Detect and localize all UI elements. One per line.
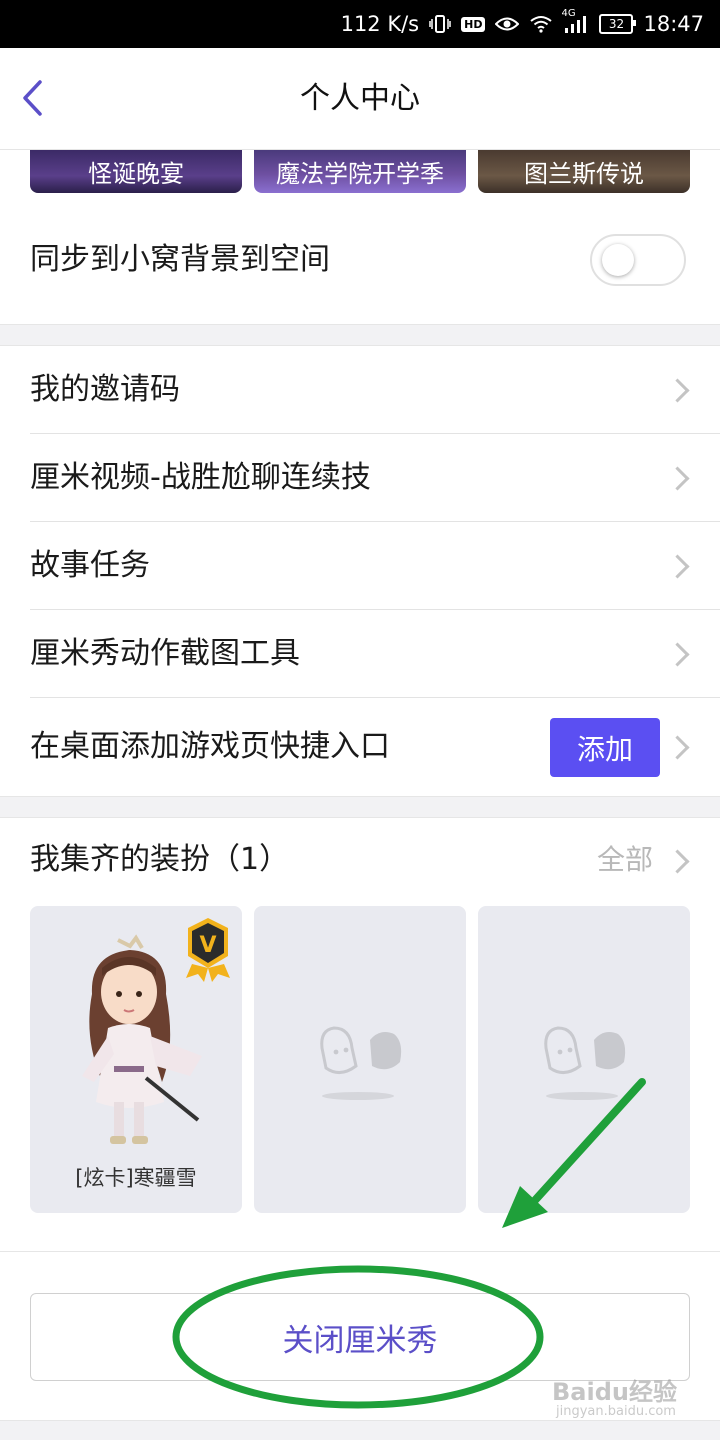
- chevron-right-icon: [665, 554, 690, 579]
- chevron-left-icon: [23, 80, 42, 116]
- collection-title: 我集齐的装扮（1）: [30, 842, 290, 877]
- menu-item-desktop-shortcut: 在桌面添加游戏页快捷入口 添加: [0, 698, 720, 796]
- menu-item-invite-code[interactable]: 我的邀请码: [0, 346, 720, 434]
- outfit-card-empty[interactable]: [254, 906, 466, 1213]
- bottom-background: [0, 1420, 720, 1440]
- menu-item-label: 厘米秀动作截图工具: [30, 636, 300, 671]
- collection-all-link[interactable]: 全部: [597, 820, 653, 900]
- vip-badge-icon: V: [186, 918, 230, 982]
- chevron-right-icon: [665, 849, 690, 874]
- battery-level: 32: [608, 17, 625, 31]
- chevron-right-icon: [665, 642, 690, 667]
- chevron-right-icon: [665, 735, 690, 760]
- add-shortcut-button[interactable]: 添加: [550, 718, 660, 777]
- theme-row: 怪诞晚宴 魔法学院开学季 图兰斯传说: [0, 150, 720, 194]
- menu-item-label: 我的邀请码: [30, 372, 180, 407]
- clock: 18:47: [643, 12, 704, 36]
- section-divider: [0, 324, 720, 346]
- theme-card-label: 魔法学院开学季: [276, 160, 444, 188]
- chevron-right-icon: [665, 466, 690, 491]
- theme-card-label: 图兰斯传说: [524, 160, 644, 188]
- menu-item-cmshow-video[interactable]: 厘米视频-战胜尬聊连续技: [0, 434, 720, 522]
- vip-badge-letter: V: [199, 933, 216, 958]
- outfit-card-empty[interactable]: [478, 906, 690, 1213]
- sync-background-toggle[interactable]: [590, 234, 686, 286]
- menu-item-label: 厘米视频-战胜尬聊连续技: [30, 460, 371, 495]
- outfit-card[interactable]: V [炫卡]寒疆雪: [30, 906, 242, 1213]
- toggle-knob: [602, 244, 634, 276]
- section-divider-line: [0, 1251, 720, 1252]
- baidu-watermark-url: jingyan.baidu.com: [556, 1404, 676, 1419]
- vibrate-icon: [429, 14, 451, 34]
- menu-item-label: 故事任务: [30, 548, 150, 583]
- wifi-icon: [529, 15, 553, 33]
- theme-card[interactable]: 魔法学院开学季: [254, 150, 466, 193]
- menu-item-label: 在桌面添加游戏页快捷入口: [30, 729, 390, 764]
- theme-card[interactable]: 图兰斯传说: [478, 150, 690, 193]
- empty-outfit-placeholder-icon: [544, 1026, 626, 1100]
- theme-card[interactable]: 怪诞晚宴: [30, 150, 242, 193]
- close-cmshow-button[interactable]: 关闭厘米秀: [30, 1293, 690, 1381]
- theme-card-label: 怪诞晚宴: [88, 160, 184, 188]
- sync-background-label: 同步到小窝背景到空间: [30, 242, 330, 277]
- status-bar: 112 K/s HD 4G 32 18:47: [0, 0, 720, 48]
- baidu-watermark: Baidu经验: [552, 1378, 677, 1406]
- cellular-signal-icon: 4G: [561, 8, 589, 34]
- sync-background-row: 同步到小窝背景到空间: [0, 210, 720, 310]
- chevron-right-icon: [665, 378, 690, 403]
- nav-bar: 个人中心: [0, 48, 720, 150]
- menu-item-story-tasks[interactable]: 故事任务: [0, 522, 720, 610]
- empty-outfit-placeholder-icon: [320, 1026, 402, 1100]
- battery-icon: 32: [599, 14, 637, 34]
- outfit-name: [炫卡]寒疆雪: [75, 1166, 197, 1190]
- network-type: 4G: [561, 8, 576, 19]
- back-button[interactable]: [10, 72, 54, 124]
- network-speed: 112 K/s: [340, 12, 420, 36]
- page-title: 个人中心: [300, 81, 420, 116]
- menu-item-screenshot-tool[interactable]: 厘米秀动作截图工具: [0, 610, 720, 698]
- hd-badge: HD: [461, 16, 486, 32]
- eye-icon: [495, 15, 520, 33]
- section-divider: [0, 796, 720, 818]
